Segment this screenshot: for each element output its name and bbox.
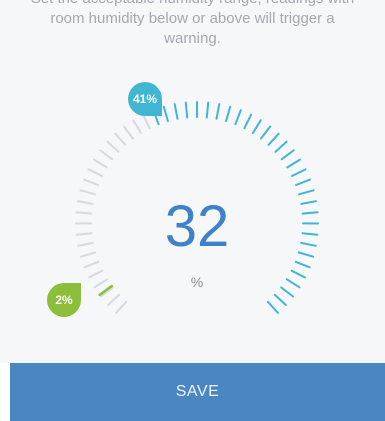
gauge-tick xyxy=(267,132,280,146)
gauge-tick xyxy=(83,178,99,186)
gauge-tick xyxy=(115,300,128,314)
gauge-tick xyxy=(300,241,317,247)
gauge-tick xyxy=(300,200,317,205)
gauge-tick xyxy=(291,168,307,177)
gauge-tick xyxy=(234,109,242,126)
gauge-tick xyxy=(99,149,114,161)
gauge-tick xyxy=(286,158,301,169)
gauge-tick xyxy=(106,140,120,153)
high-threshold-handle[interactable]: 41% xyxy=(128,82,162,116)
gauge-tick xyxy=(243,113,253,130)
gauge-tick xyxy=(83,260,100,269)
gauge-tick xyxy=(280,286,295,298)
gauge-tick xyxy=(132,119,143,134)
high-threshold-label: 41% xyxy=(132,92,158,106)
gauge-tick xyxy=(141,113,151,130)
gauge-tick xyxy=(77,200,94,205)
gauge-tick xyxy=(273,293,287,306)
gauge-tick xyxy=(251,119,262,134)
save-button-label: SAVE xyxy=(175,383,220,400)
gauge-tick xyxy=(285,278,301,289)
low-threshold-handle[interactable]: 2% xyxy=(47,283,81,317)
gauge-tick xyxy=(162,105,169,123)
gauge-tick xyxy=(274,140,288,153)
save-button[interactable]: SAVE xyxy=(10,363,385,421)
gauge-tick xyxy=(266,300,279,314)
gauge-tick xyxy=(295,178,311,186)
gauge-tick xyxy=(122,125,134,140)
gauge-tick xyxy=(294,260,311,269)
gauge-tick xyxy=(75,232,93,236)
gauge-tick xyxy=(173,103,179,120)
gauge-tick xyxy=(75,211,93,215)
gauge-tick xyxy=(114,132,127,146)
gauge-tick xyxy=(225,105,232,123)
gauge-tick xyxy=(290,269,306,279)
gauge-tick xyxy=(107,293,121,306)
footer-edge xyxy=(0,363,10,421)
gauge-tick xyxy=(301,232,319,236)
gauge-tick xyxy=(205,101,210,119)
low-threshold-label: 2% xyxy=(55,293,73,307)
gauge-tick xyxy=(260,125,272,140)
gauge-tick xyxy=(215,103,221,120)
gauge-tick xyxy=(184,101,189,119)
gauge-tick xyxy=(280,149,295,161)
humidity-unit: % xyxy=(190,274,204,290)
gauge-tick xyxy=(87,168,103,177)
humidity-settings-screen: Set the acceptable humidity range; readi… xyxy=(0,0,385,421)
gauge-tick xyxy=(93,278,109,289)
current-humidity-value: 32 xyxy=(164,194,230,259)
gauge-tick xyxy=(93,158,108,169)
gauge-tick xyxy=(301,211,319,215)
gauge-tick xyxy=(77,241,94,247)
gauge-tick xyxy=(88,269,104,279)
